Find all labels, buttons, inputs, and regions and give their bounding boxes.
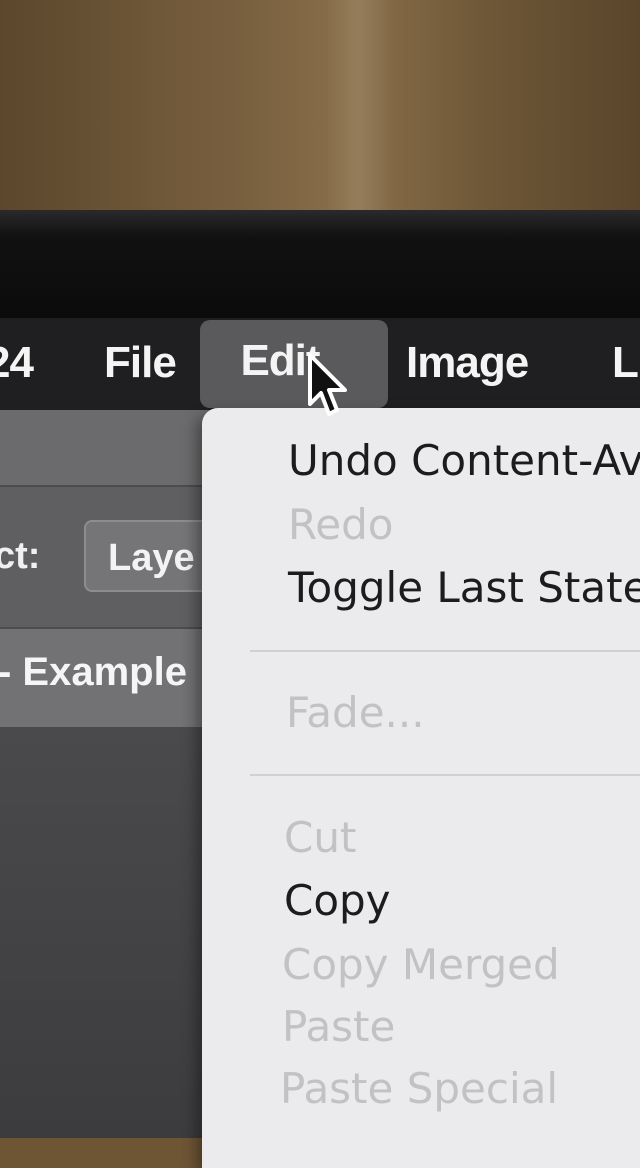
pointer-arrow-icon [308,353,347,416]
menu-item-image[interactable]: Image [406,332,529,394]
menu-paste[interactable]: Paste [282,1002,395,1051]
menu-item-layer[interactable]: L [612,332,639,394]
menu-redo[interactable]: Redo [288,500,394,549]
menu-paste-special[interactable]: Paste Special [280,1064,558,1113]
wall-highlight [325,0,395,215]
canvas-area[interactable] [0,727,215,1138]
menu-item-year[interactable]: 24 [0,332,34,394]
menu-undo[interactable]: Undo Content-Av [288,436,640,485]
menu-item-edit[interactable]: Edit [200,320,388,408]
menu-copy[interactable]: Copy [284,876,391,925]
menu-toggle-last-state[interactable]: Toggle Last State [288,563,640,612]
edit-menu-dropdown: Undo Content-Av Redo Toggle Last State F… [202,408,640,1168]
background-wall [0,0,640,215]
monitor-bezel [0,210,640,320]
menu-item-file[interactable]: File [104,332,177,394]
menu-copy-merged[interactable]: Copy Merged [282,940,560,989]
menu-cut[interactable]: Cut [284,813,356,862]
document-title: - Example [0,650,187,694]
menu-fade[interactable]: Fade... [286,688,425,737]
select-label: ct: [0,535,41,577]
menu-separator [250,650,640,652]
menu-separator [250,774,640,776]
options-bar [0,410,215,485]
